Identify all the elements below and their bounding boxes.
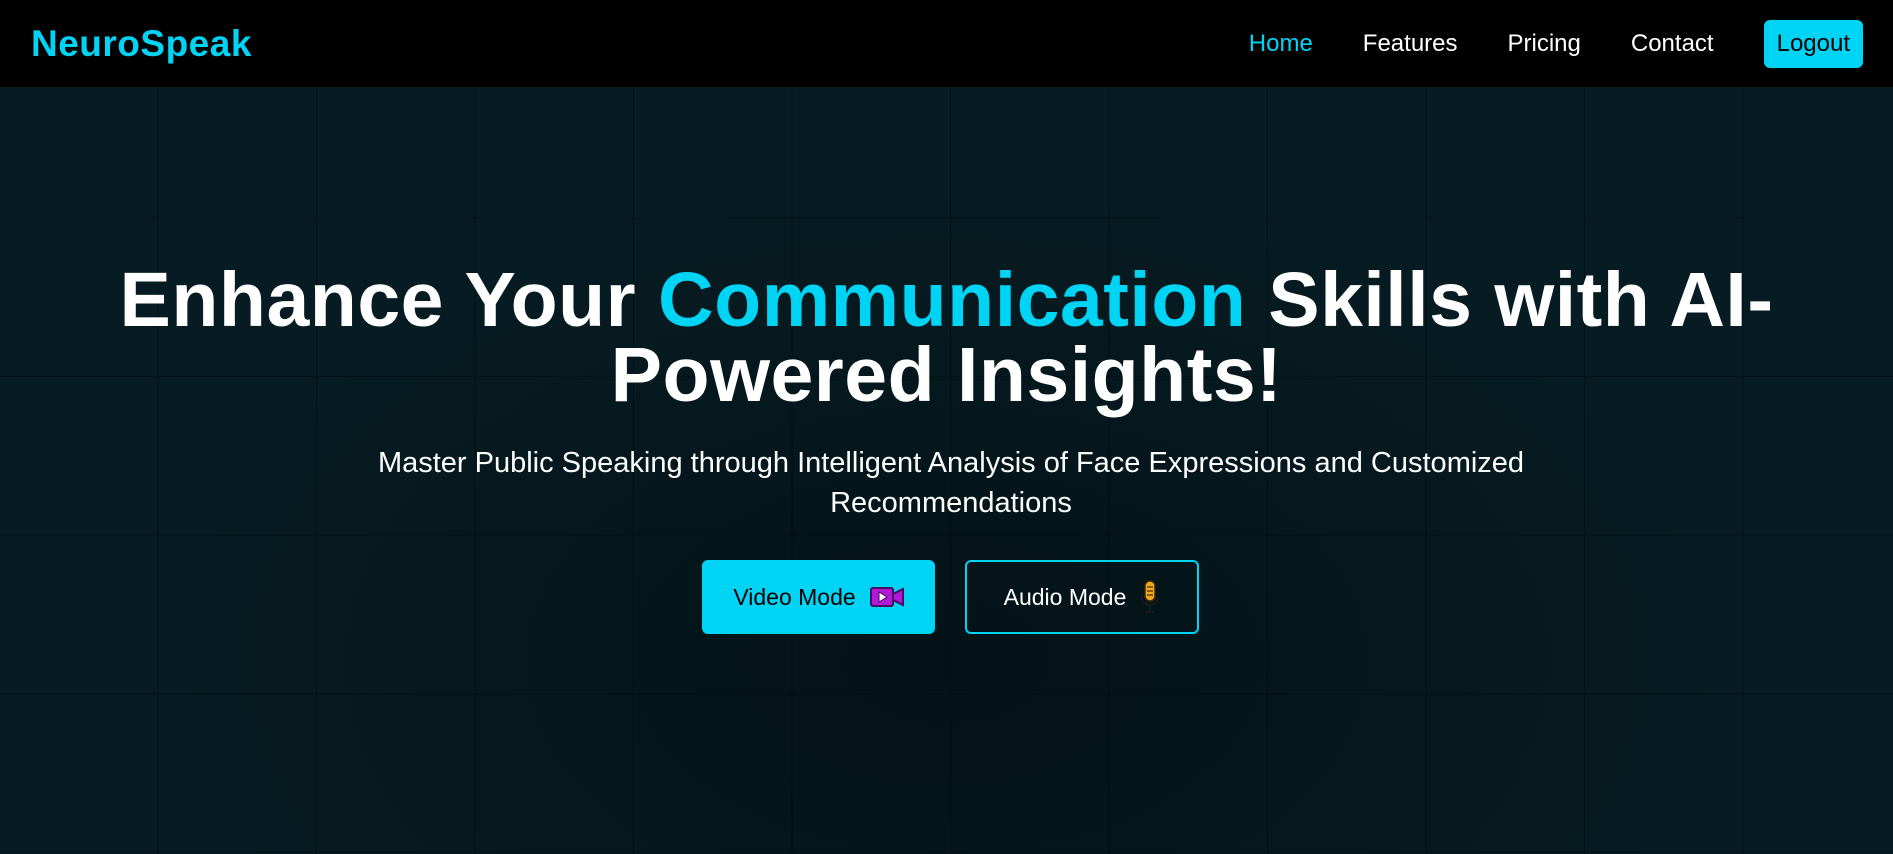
microphone-icon [1140,580,1160,614]
nav-link-contact[interactable]: Contact [1631,30,1714,58]
audio-mode-label: Audio Mode [1003,583,1127,610]
audio-mode-button[interactable]: Audio Mode [965,560,1199,634]
hero-section: Enhance Your Communication Skills with A… [0,87,1893,854]
nav-link-home[interactable]: Home [1249,30,1313,58]
hero-subheadline: Master Public Speaking through Intellige… [377,447,1525,519]
headline-accent: Communication [658,257,1247,343]
navbar: NeuroSpeak Home Features Pricing Contact… [0,0,1893,87]
hero-headline: Enhance Your Communication Skills with A… [0,262,1893,414]
headline-part1: Enhance Your [119,257,659,343]
nav-link-features[interactable]: Features [1363,30,1458,58]
brand-logo[interactable]: NeuroSpeak [31,23,252,65]
nav-link-pricing[interactable]: Pricing [1508,30,1581,58]
logout-button[interactable]: Logout [1763,19,1863,68]
nav-links: Home Features Pricing Contact Logout [1199,19,1863,68]
video-camera-icon [869,586,904,608]
video-mode-label: Video Mode [733,583,856,610]
video-mode-button[interactable]: Video Mode [702,560,935,634]
